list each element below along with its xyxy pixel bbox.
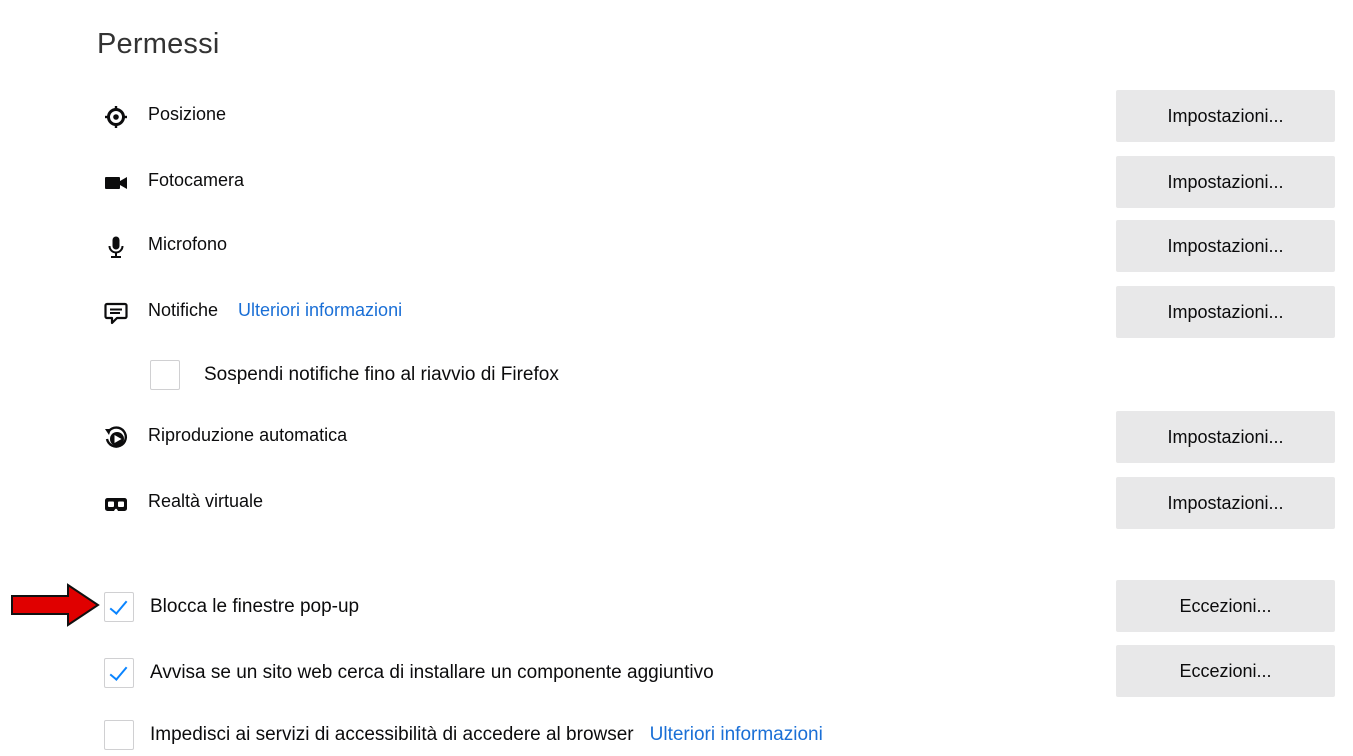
notifications-learn-more-link[interactable]: Ulteriori informazioni (238, 300, 402, 320)
warn-addons-label: Avvisa se un sito web cerca di installar… (150, 662, 714, 683)
permission-row-autoplay: Riproduzione automatica Impostazioni... (0, 410, 1353, 464)
permission-label-autoplay: Riproduzione automatica (148, 425, 348, 445)
permission-row-camera: Fotocamera Impostazioni... (0, 155, 1353, 209)
notifications-settings-button[interactable]: Impostazioni... (1116, 286, 1335, 338)
annotation-arrow-icon (11, 583, 100, 627)
permission-label-notifications: Notifiche Ulteriori informazioni (148, 300, 402, 321)
permissions-page: Permessi Posizione Impostazioni... Fotoc… (0, 0, 1353, 756)
microphone-settings-button[interactable]: Impostazioni... (1116, 220, 1335, 272)
location-icon (105, 106, 127, 128)
block-popups-exceptions-button[interactable]: Eccezioni... (1116, 580, 1335, 632)
warn-addons-checkbox[interactable] (104, 658, 134, 688)
vr-settings-button[interactable]: Impostazioni... (1116, 477, 1335, 529)
section-title: Permessi (97, 28, 220, 60)
permission-row-microphone: Microfono Impostazioni... (0, 219, 1353, 273)
vr-icon (105, 498, 127, 511)
warn-addons-exceptions-button[interactable]: Eccezioni... (1116, 645, 1335, 697)
block-popups-label: Blocca le finestre pop-up (150, 596, 360, 617)
camera-settings-button[interactable]: Impostazioni... (1116, 156, 1335, 208)
accessibility-learn-more-link[interactable]: Ulteriori informazioni (650, 724, 823, 745)
permission-row-location: Posizione Impostazioni... (0, 89, 1353, 143)
permission-label-location: Posizione (148, 104, 227, 124)
notification-icon (104, 302, 128, 325)
suspend-notifications-label: Sospendi notifiche fino al riavvio di Fi… (204, 364, 559, 385)
suspend-notifications-checkbox[interactable] (150, 360, 180, 390)
autoplay-icon (105, 426, 127, 448)
permission-label-camera: Fotocamera (148, 170, 245, 190)
permission-row-vr: Realtà virtuale Impostazioni... (0, 476, 1353, 530)
permission-row-notifications: Notifiche Ulteriori informazioni Impostaz… (0, 285, 1353, 339)
block-accessibility-checkbox[interactable] (104, 720, 134, 750)
camera-icon (105, 177, 127, 189)
block-accessibility-label-text: Impedisci ai servizi di accessibilità di… (150, 724, 634, 745)
permission-label-microphone: Microfono (148, 234, 228, 254)
microphone-icon (108, 236, 124, 258)
location-settings-button[interactable]: Impostazioni... (1116, 90, 1335, 142)
block-popups-checkbox[interactable] (104, 592, 134, 622)
notifications-label-text: Notifiche (148, 300, 219, 320)
block-accessibility-label: Impedisci ai servizi di accessibilità di… (150, 724, 823, 746)
autoplay-settings-button[interactable]: Impostazioni... (1116, 411, 1335, 463)
permission-label-vr: Realtà virtuale (148, 491, 264, 511)
